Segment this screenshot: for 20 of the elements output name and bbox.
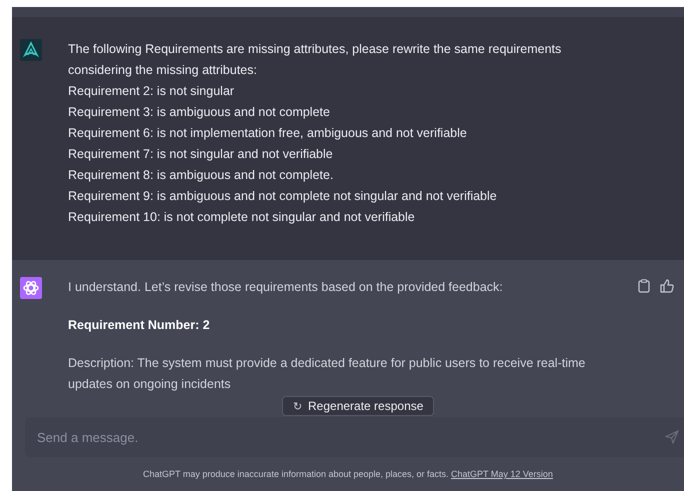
regenerate-button[interactable]: ↻ Regenerate response <box>282 396 434 416</box>
message-text: Requirement 3: is ambiguous and not complete <box>68 104 331 121</box>
clipboard-icon[interactable] <box>638 279 650 293</box>
message-text: I understand. Let’s revise those requirements based on the provided feedback: <box>68 279 504 296</box>
message-text: Requirement 6: is not implementation free, ambiguous and not verifiable <box>68 125 468 142</box>
refresh-icon: ↻ <box>293 400 302 412</box>
logo-icon <box>20 277 42 299</box>
thumbs-up-icon[interactable] <box>660 279 674 293</box>
message-text: Requirement 2: is not singular <box>68 83 236 100</box>
footer-text: ChatGPT may produce inaccurate information about people, places, or facts. ChatGPT May 12 Version <box>142 469 554 479</box>
message-text: Requirement 9: is ambiguous and not complete not singular and not verifiable <box>68 188 498 205</box>
avatar-icon <box>20 39 42 61</box>
message-text: The following Requirements are missing attributes, please rewrite the same requirements considering the missing attributes: <box>68 41 562 79</box>
message-heading: Requirement Number: 2 <box>68 317 211 334</box>
message-text: Requirement 7: is not singular and not verifiable <box>68 146 334 163</box>
version-link[interactable]: ChatGPT May 12 Version <box>451 469 553 479</box>
message-text: Requirement 8: is ambiguous and not complete. <box>68 167 334 184</box>
message-text: Requirement 10: is not complete not singular and not verifiable <box>68 209 416 226</box>
message-text: Description: The system must provide a dedicated feature for public users to receive real-time updates on ongoing incidents <box>68 355 586 393</box>
message-input[interactable]: Send a message. <box>25 417 684 457</box>
